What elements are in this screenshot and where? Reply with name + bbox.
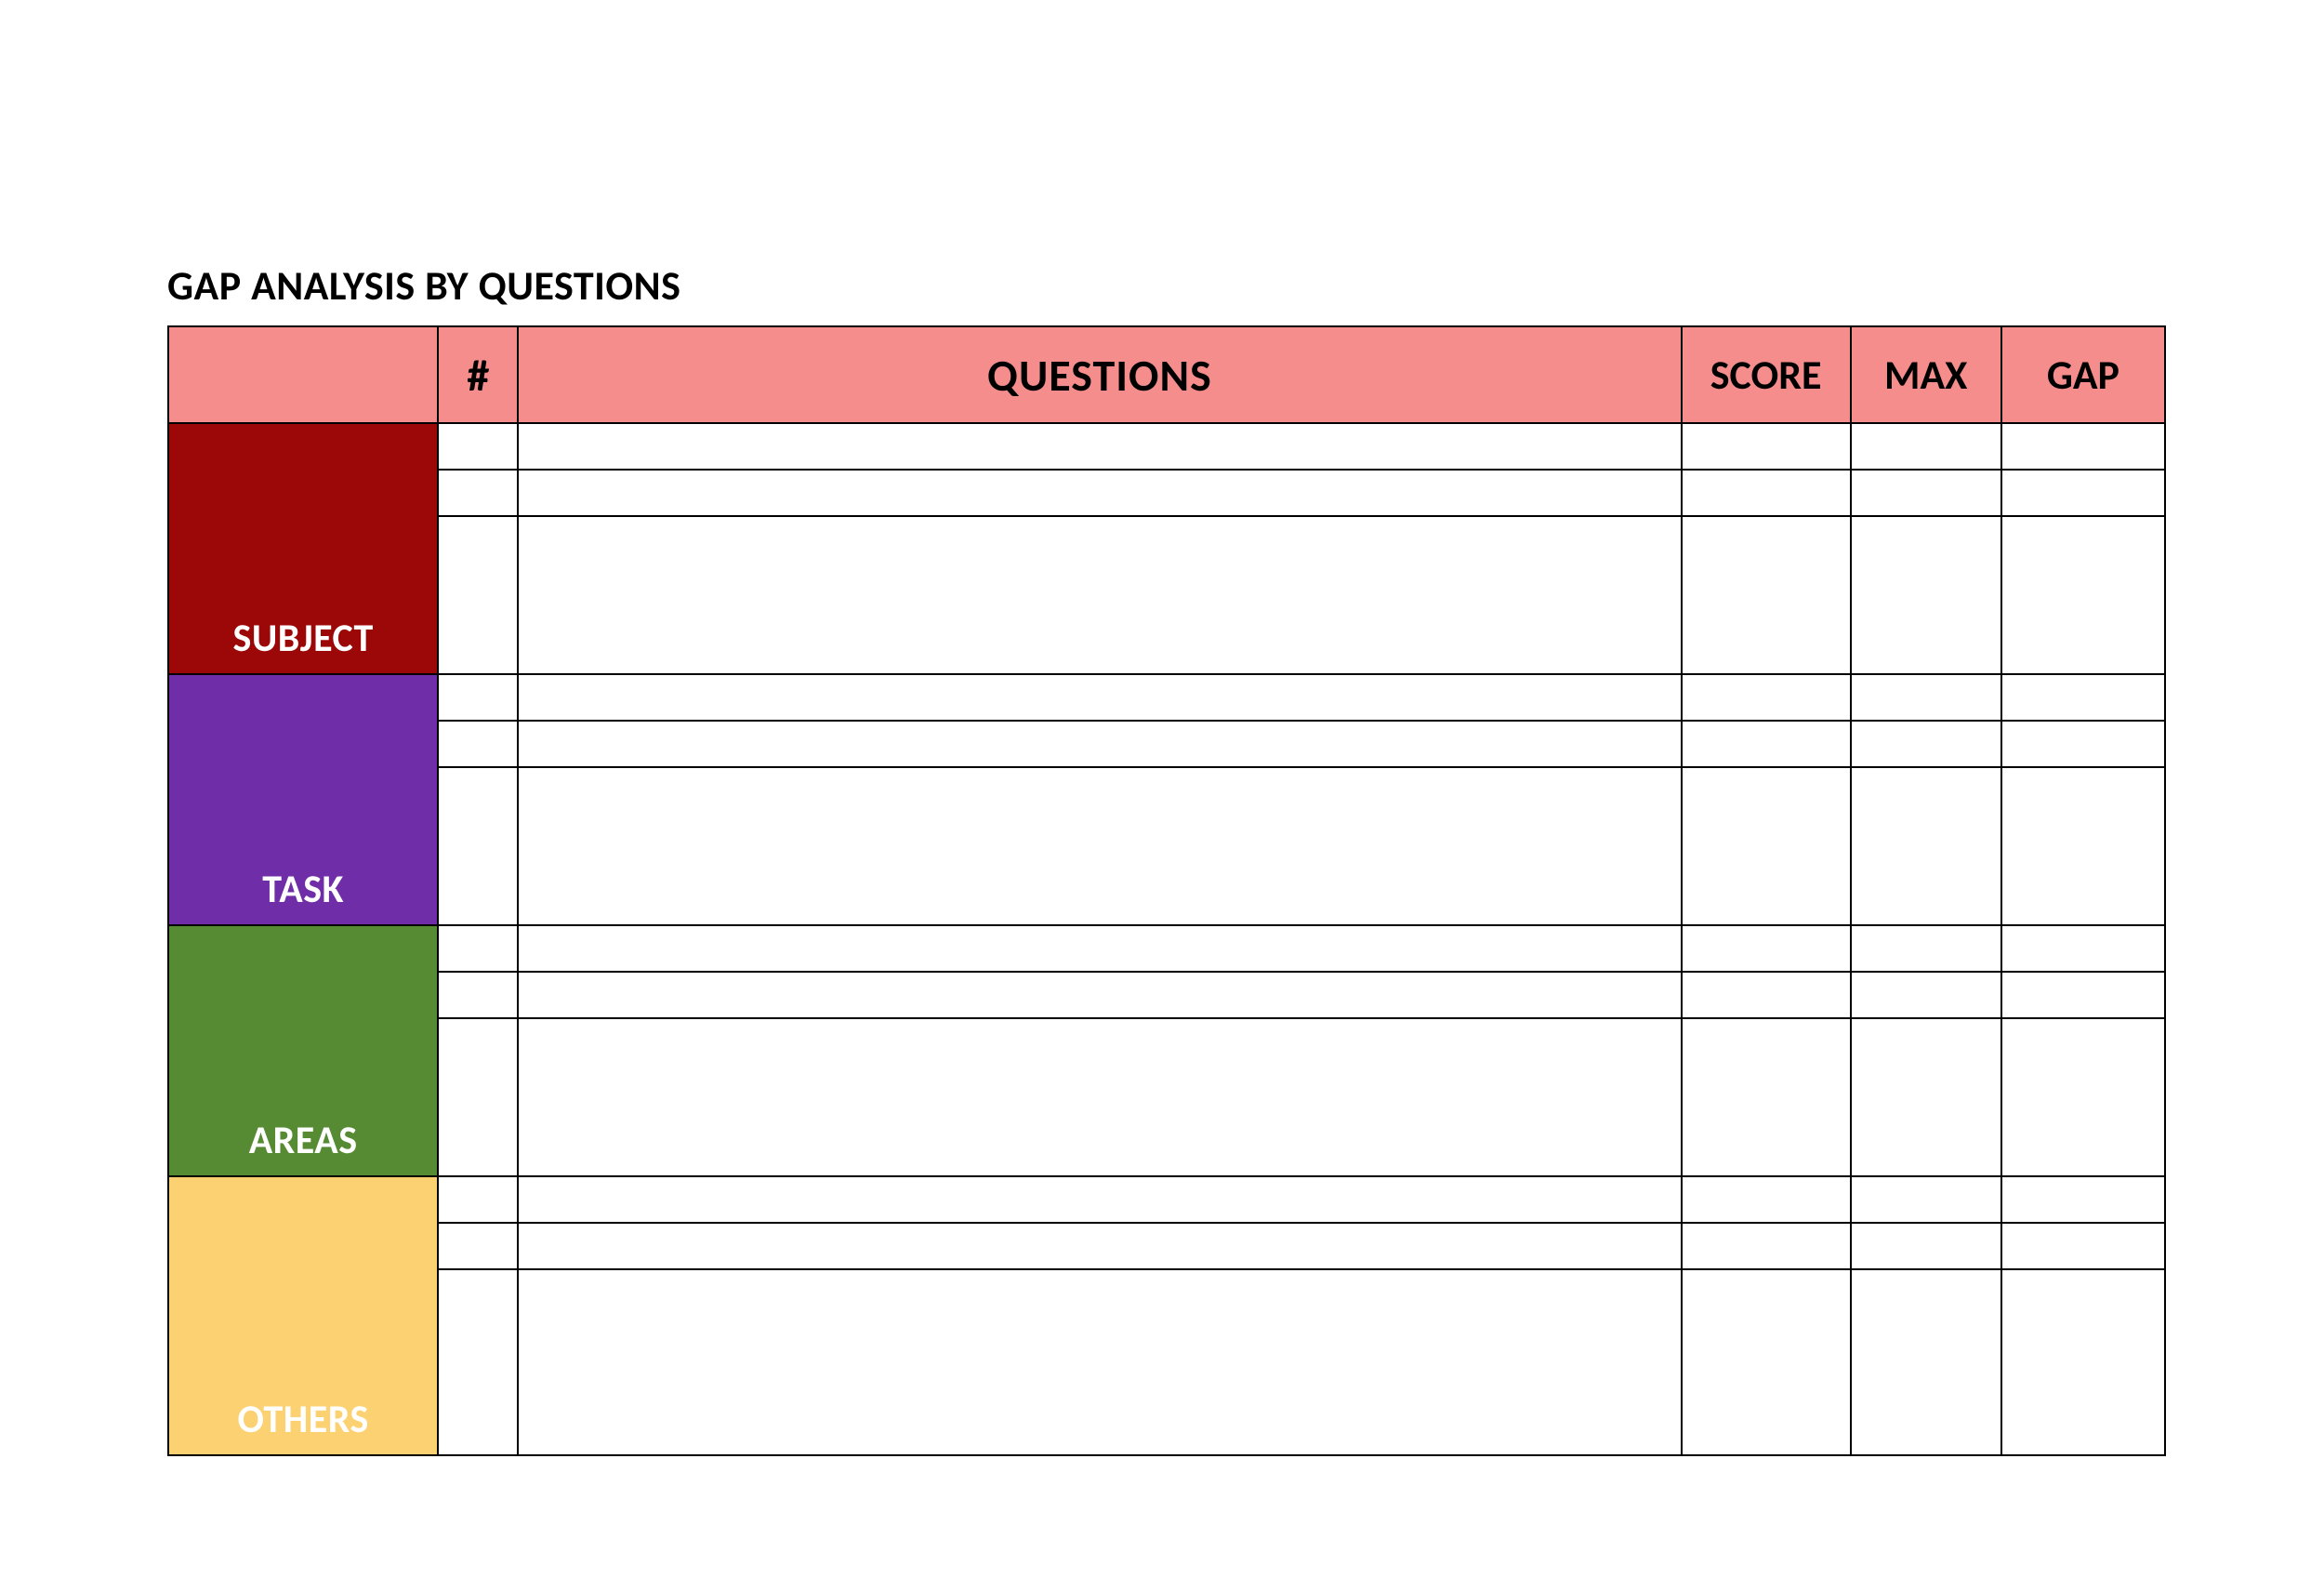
cell-score bbox=[1682, 1176, 1851, 1223]
cell-question bbox=[518, 972, 1681, 1018]
cell-score bbox=[1682, 925, 1851, 972]
cell-score bbox=[1682, 1269, 1851, 1455]
cell-question bbox=[518, 1176, 1681, 1223]
cell-max bbox=[1851, 721, 2001, 767]
page-title: GAP ANALYSIS BY QUESTIONS bbox=[167, 260, 2166, 311]
cell-num bbox=[438, 767, 518, 925]
cell-num bbox=[438, 1176, 518, 1223]
cell-num bbox=[438, 470, 518, 516]
cell-gap bbox=[2001, 470, 2165, 516]
table-row bbox=[168, 1018, 2165, 1176]
cell-question bbox=[518, 1269, 1681, 1455]
category-task: TASK bbox=[168, 674, 438, 925]
cell-question bbox=[518, 721, 1681, 767]
cell-question bbox=[518, 767, 1681, 925]
table-row bbox=[168, 1269, 2165, 1455]
cell-gap bbox=[2001, 721, 2165, 767]
cell-score bbox=[1682, 767, 1851, 925]
cell-max bbox=[1851, 972, 2001, 1018]
cell-score bbox=[1682, 1018, 1851, 1176]
cell-question bbox=[518, 516, 1681, 674]
cell-num bbox=[438, 1269, 518, 1455]
table-row: SUBJECT bbox=[168, 423, 2165, 470]
cell-question bbox=[518, 470, 1681, 516]
cell-gap bbox=[2001, 925, 2165, 972]
header-score: SCORE bbox=[1682, 326, 1851, 423]
cell-question bbox=[518, 1223, 1681, 1269]
cell-max bbox=[1851, 925, 2001, 972]
header-gap: GAP bbox=[2001, 326, 2165, 423]
cell-gap bbox=[2001, 1269, 2165, 1455]
cell-score bbox=[1682, 470, 1851, 516]
cell-gap bbox=[2001, 516, 2165, 674]
table-row bbox=[168, 721, 2165, 767]
cell-gap bbox=[2001, 972, 2165, 1018]
table-row bbox=[168, 972, 2165, 1018]
header-blank bbox=[168, 326, 438, 423]
cell-max bbox=[1851, 674, 2001, 721]
cell-num bbox=[438, 516, 518, 674]
cell-gap bbox=[2001, 674, 2165, 721]
cell-max bbox=[1851, 1223, 2001, 1269]
table-row: TASK bbox=[168, 674, 2165, 721]
cell-score bbox=[1682, 674, 1851, 721]
cell-question bbox=[518, 674, 1681, 721]
cell-num bbox=[438, 925, 518, 972]
cell-gap bbox=[2001, 1176, 2165, 1223]
cell-max bbox=[1851, 1018, 2001, 1176]
cell-score bbox=[1682, 423, 1851, 470]
table-row bbox=[168, 767, 2165, 925]
header-max: MAX bbox=[1851, 326, 2001, 423]
cell-gap bbox=[2001, 1018, 2165, 1176]
table-row bbox=[168, 1223, 2165, 1269]
category-areas: AREAS bbox=[168, 925, 438, 1176]
cell-num bbox=[438, 721, 518, 767]
cell-gap bbox=[2001, 423, 2165, 470]
cell-question bbox=[518, 1018, 1681, 1176]
table-row bbox=[168, 516, 2165, 674]
category-others: OTHERS bbox=[168, 1176, 438, 1455]
header-number: # bbox=[438, 326, 518, 423]
cell-score bbox=[1682, 516, 1851, 674]
category-subject: SUBJECT bbox=[168, 423, 438, 674]
cell-max bbox=[1851, 423, 2001, 470]
cell-num bbox=[438, 1018, 518, 1176]
cell-score bbox=[1682, 1223, 1851, 1269]
cell-num bbox=[438, 674, 518, 721]
cell-max bbox=[1851, 1269, 2001, 1455]
cell-gap bbox=[2001, 1223, 2165, 1269]
table-row: OTHERS bbox=[168, 1176, 2165, 1223]
cell-max bbox=[1851, 516, 2001, 674]
gap-analysis-table: # QUESTIONS SCORE MAX GAP SUBJECT bbox=[167, 325, 2166, 1456]
cell-score bbox=[1682, 972, 1851, 1018]
table-row: AREAS bbox=[168, 925, 2165, 972]
table-row bbox=[168, 470, 2165, 516]
cell-question bbox=[518, 423, 1681, 470]
cell-question bbox=[518, 925, 1681, 972]
gap-analysis-document: GAP ANALYSIS BY QUESTIONS # QUESTIONS SC… bbox=[167, 260, 2166, 1456]
cell-max bbox=[1851, 767, 2001, 925]
table-header-row: # QUESTIONS SCORE MAX GAP bbox=[168, 326, 2165, 423]
header-questions: QUESTIONS bbox=[518, 326, 1681, 423]
cell-num bbox=[438, 1223, 518, 1269]
cell-num bbox=[438, 423, 518, 470]
cell-num bbox=[438, 972, 518, 1018]
cell-score bbox=[1682, 721, 1851, 767]
cell-max bbox=[1851, 1176, 2001, 1223]
cell-max bbox=[1851, 470, 2001, 516]
cell-gap bbox=[2001, 767, 2165, 925]
